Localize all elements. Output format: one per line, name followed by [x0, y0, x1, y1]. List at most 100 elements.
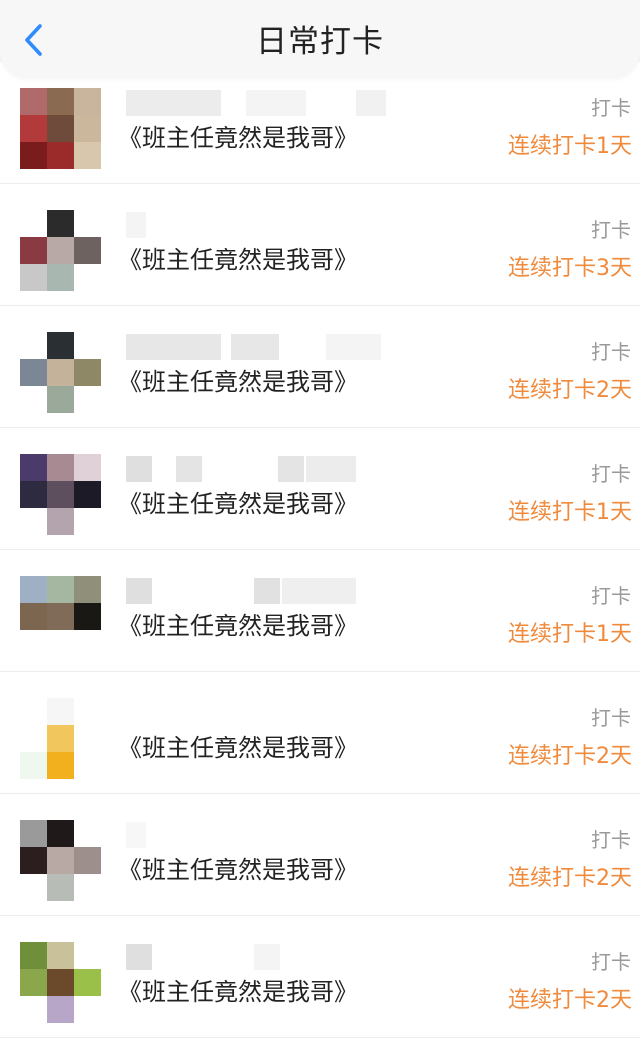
avatar-pixel — [74, 210, 101, 237]
avatar-pixel — [20, 386, 47, 413]
list-item[interactable]: 《班主任竟然是我哥》 打卡 连续打卡1天 — [0, 550, 640, 672]
avatar-pixel — [47, 264, 74, 291]
user-name-redacted — [126, 90, 386, 116]
avatar[interactable] — [20, 88, 102, 170]
streak-count: 连续打卡2天 — [508, 866, 632, 891]
avatar-pixel — [74, 142, 101, 169]
avatar-pixel — [47, 725, 74, 752]
list-item[interactable]: 《班主任竟然是我哥》 打卡 连续打卡2天 — [0, 916, 640, 1038]
avatar[interactable] — [20, 454, 102, 536]
list-item[interactable]: 《班主任竟然是我哥》 打卡 连续打卡1天 — [0, 62, 640, 184]
avatar-pixel — [74, 820, 101, 847]
streak-count: 连续打卡2天 — [508, 988, 632, 1013]
checkin-status: 打卡 — [591, 96, 631, 120]
list-item[interactable]: 《班主任竟然是我哥》 打卡 连续打卡3天 — [0, 184, 640, 306]
user-name-redacted — [126, 822, 356, 848]
avatar-pixel — [47, 969, 74, 996]
streak-count: 连续打卡2天 — [508, 744, 632, 769]
avatar-pixel — [20, 115, 47, 142]
checkin-status: 打卡 — [591, 828, 631, 852]
avatar-pixel — [20, 752, 47, 779]
avatar-pixel — [20, 264, 47, 291]
streak-count: 连续打卡1天 — [508, 500, 632, 525]
user-name-redacted — [126, 212, 356, 238]
book-title: 《班主任竟然是我哥》 — [118, 124, 358, 152]
book-title: 《班主任竟然是我哥》 — [118, 612, 358, 640]
checkin-status: 打卡 — [591, 706, 631, 730]
avatar-pixel — [47, 996, 74, 1023]
avatar-pixel — [20, 874, 47, 901]
avatar[interactable] — [20, 576, 102, 658]
user-name-redacted — [126, 334, 381, 360]
avatar[interactable] — [20, 698, 102, 780]
checkin-status: 打卡 — [591, 340, 631, 364]
avatar-pixel — [20, 481, 47, 508]
avatar-pixel — [74, 481, 101, 508]
avatar[interactable] — [20, 820, 102, 902]
user-name-redacted — [126, 578, 356, 604]
avatar-pixel — [20, 210, 47, 237]
avatar-pixel — [47, 210, 74, 237]
list-item[interactable]: 《班主任竟然是我哥》 打卡 连续打卡2天 — [0, 306, 640, 428]
avatar-pixel — [20, 969, 47, 996]
avatar-pixel — [47, 630, 74, 657]
book-title: 《班主任竟然是我哥》 — [118, 368, 358, 396]
list-item[interactable]: 《班主任竟然是我哥》 打卡 连续打卡1天 — [0, 428, 640, 550]
avatar-pixel — [20, 88, 47, 115]
avatar-pixel — [20, 698, 47, 725]
avatar-pixel — [20, 359, 47, 386]
list-item[interactable]: 《班主任竟然是我哥》 打卡 连续打卡2天 — [0, 672, 640, 794]
avatar-pixel — [74, 847, 101, 874]
streak-count: 连续打卡1天 — [508, 622, 632, 647]
book-title: 《班主任竟然是我哥》 — [118, 978, 358, 1006]
avatar-pixel — [74, 698, 101, 725]
avatar[interactable] — [20, 210, 102, 292]
checkin-status: 打卡 — [591, 218, 631, 242]
avatar-pixel — [47, 115, 74, 142]
avatar-pixel — [74, 630, 101, 657]
avatar[interactable] — [20, 942, 102, 1024]
checkin-status: 打卡 — [591, 950, 631, 974]
list-item[interactable]: 《班主任竟然是我哥》 打卡 连续打卡2天 — [0, 794, 640, 916]
avatar-pixel — [74, 88, 101, 115]
avatar-pixel — [20, 996, 47, 1023]
avatar-pixel — [47, 386, 74, 413]
avatar-pixel — [74, 237, 101, 264]
streak-count: 连续打卡1天 — [508, 134, 632, 159]
avatar-pixel — [74, 115, 101, 142]
avatar-pixel — [47, 698, 74, 725]
avatar-pixel — [74, 874, 101, 901]
avatar-pixel — [47, 88, 74, 115]
avatar-pixel — [20, 237, 47, 264]
checkin-status: 打卡 — [591, 584, 631, 608]
avatar-pixel — [74, 454, 101, 481]
avatar-pixel — [74, 359, 101, 386]
streak-count: 连续打卡2天 — [508, 378, 632, 403]
avatar-pixel — [74, 576, 101, 603]
avatar-pixel — [74, 969, 101, 996]
avatar-pixel — [47, 332, 74, 359]
avatar-pixel — [20, 508, 47, 535]
avatar-pixel — [47, 454, 74, 481]
avatar-pixel — [47, 142, 74, 169]
avatar-pixel — [47, 847, 74, 874]
user-name-redacted — [126, 944, 356, 970]
avatar-pixel — [47, 481, 74, 508]
avatar-pixel — [20, 454, 47, 481]
avatar-pixel — [20, 142, 47, 169]
avatar-pixel — [47, 508, 74, 535]
avatar[interactable] — [20, 332, 102, 414]
user-name-redacted — [126, 456, 356, 482]
avatar-pixel — [47, 237, 74, 264]
book-title: 《班主任竟然是我哥》 — [118, 734, 358, 762]
avatar-pixel — [20, 603, 47, 630]
header-bar: 日常打卡 — [0, 0, 640, 78]
avatar-pixel — [47, 603, 74, 630]
avatar-pixel — [20, 576, 47, 603]
avatar-pixel — [74, 725, 101, 752]
avatar-pixel — [20, 725, 47, 752]
avatar-pixel — [74, 996, 101, 1023]
checkin-list: 《班主任竟然是我哥》 打卡 连续打卡1天 《班主任竟然是我哥》 打卡 连续打卡3… — [0, 62, 640, 1038]
avatar-pixel — [74, 264, 101, 291]
avatar-pixel — [74, 508, 101, 535]
